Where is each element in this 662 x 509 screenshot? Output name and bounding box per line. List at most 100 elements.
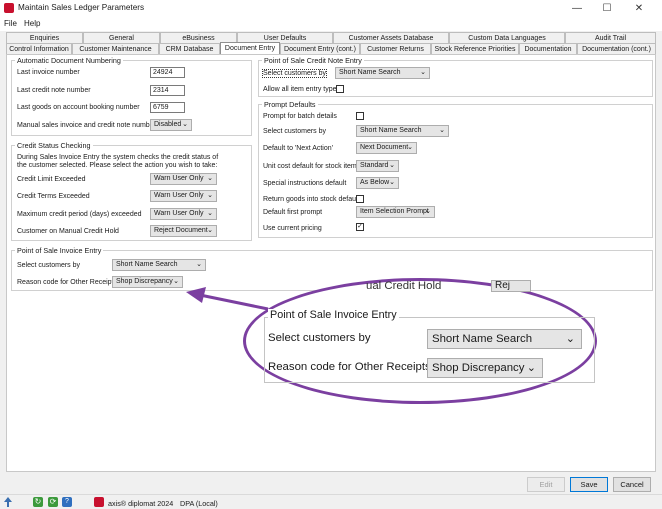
tab-customer-assets-database[interactable]: Customer Assets Database [333, 32, 449, 43]
prompt-select-customers[interactable]: Short Name Search ⌄ [356, 125, 449, 137]
sync-icon[interactable]: ⟳ [48, 497, 58, 507]
tab-stock-reference-priorities[interactable]: Stock Reference Priorities [431, 43, 519, 54]
manual-numbers-select[interactable]: Disabled ⌄ [150, 119, 192, 131]
group-title: Automatic Document Numbering [15, 56, 123, 65]
app-icon [4, 3, 14, 13]
tab-documentation[interactable]: Documentation [519, 43, 577, 54]
edit-button[interactable]: Edit [527, 477, 565, 492]
up-arrow-icon[interactable] [3, 497, 13, 507]
label-next-action: Default to 'Next Action' [263, 145, 333, 152]
menu-help[interactable]: Help [24, 19, 40, 28]
label-manual-hold: Customer on Manual Credit Hold [17, 228, 119, 235]
select-value: Warn User Only [154, 192, 204, 199]
tab-enquiries[interactable]: Enquiries [6, 32, 83, 43]
label-unit-cost: Unit cost default for stock items [263, 163, 361, 170]
status-database: DPA (Local) [180, 499, 218, 508]
tab-customer-returns[interactable]: Customer Returns [360, 43, 431, 54]
tab-documentation-cont[interactable]: Documentation (cont.) [577, 43, 656, 54]
last-goods-field[interactable]: 6759 [150, 102, 185, 113]
minimize-button[interactable]: — [562, 0, 592, 17]
credit-intro-line1: During Sales Invoice Entry the system ch… [17, 154, 219, 161]
tab-customer-maintenance[interactable]: Customer Maintenance [72, 43, 159, 54]
chevron-down-icon: ⌄ [526, 362, 536, 374]
chevron-down-icon: ⌄ [207, 175, 213, 182]
zoom-group-title: Point of Sale Invoice Entry [268, 309, 399, 321]
select-value: Short Name Search [116, 261, 178, 268]
label-batch-details: Prompt for batch details [263, 113, 337, 120]
reason-code-select[interactable]: Shop Discrepancy ⌄ [112, 276, 183, 288]
select-value: Disabled [154, 121, 182, 128]
zoom-label-select: Select customers by [268, 332, 371, 344]
menu-bar [0, 17, 662, 31]
select-value: Warn User Only [154, 210, 204, 217]
first-prompt-select[interactable]: Item Selection Prompt ⌄ [356, 206, 435, 218]
label-last-goods: Last goods on account booking number [17, 104, 140, 111]
chevron-down-icon: ⌄ [407, 144, 413, 151]
label-credit-period: Maximum credit period (days) exceeded [17, 211, 142, 218]
zoom-label-reason: Reason code for Other Receipts [268, 361, 431, 373]
zoom-select-reason: Shop Discrepancy ⌄ [427, 358, 543, 378]
chevron-down-icon: ⌄ [173, 278, 179, 285]
zoom-select-customers: Short Name Search ⌄ [427, 329, 582, 349]
tab-control-information[interactable]: Control Information [6, 43, 72, 54]
status-product: axis® diplomat 2024 [108, 499, 174, 508]
select-value: Item Selection Prompt [360, 208, 429, 215]
refresh-icon[interactable]: ↻ [33, 497, 43, 507]
close-button[interactable]: ✕ [624, 0, 654, 17]
pos-credit-select[interactable]: Short Name Search ⌄ [335, 67, 430, 79]
save-button[interactable]: Save [570, 477, 608, 492]
chevron-down-icon: ⌄ [207, 192, 213, 199]
tab-custom-data-languages[interactable]: Custom Data Languages [449, 32, 565, 43]
group-prompt-defaults [258, 104, 653, 238]
special-instructions-select[interactable]: As Below ⌄ [356, 177, 399, 189]
tab-document-entry[interactable]: Document Entry [220, 42, 280, 54]
allow-item-types-checkbox[interactable] [336, 85, 344, 93]
group-title: Prompt Defaults [262, 100, 318, 109]
chevron-down-icon: ⌄ [196, 261, 202, 268]
label-pos-invoice-select: Select customers by [17, 262, 81, 269]
label-last-credit: Last credit note number [17, 87, 91, 94]
select-value: Shop Discrepancy [116, 278, 173, 285]
current-pricing-checkbox[interactable]: ✓ [356, 223, 364, 231]
credit-period-select[interactable]: Warn User Only ⌄ [150, 208, 217, 220]
select-value: Short Name Search [432, 333, 533, 345]
label-credit-limit: Credit Limit Exceeded [17, 176, 86, 183]
label-return-goods: Return goods into stock default [263, 196, 360, 203]
select-value: Short Name Search [360, 127, 422, 134]
menu-file[interactable]: File [4, 19, 17, 28]
last-credit-field[interactable]: 2314 [150, 85, 185, 96]
tab-document-entry-cont[interactable]: Document Entry (cont.) [280, 43, 360, 54]
label-last-invoice: Last invoice number [17, 69, 80, 76]
batch-details-checkbox[interactable] [356, 112, 364, 120]
credit-terms-select[interactable]: Warn User Only ⌄ [150, 190, 217, 202]
label-manual-numbers: Manual sales invoice and credit note num… [17, 122, 160, 129]
axis-logo-icon [94, 497, 104, 507]
unit-cost-select[interactable]: Standard ⌄ [356, 160, 399, 172]
label-prompt-select: Select customers by [263, 128, 327, 135]
maximize-button[interactable]: ☐ [592, 0, 622, 17]
pos-invoice-select[interactable]: Short Name Search ⌄ [112, 259, 206, 271]
label-reason-code: Reason code for Other Receipts [17, 279, 117, 286]
tab-crm-database[interactable]: CRM Database [159, 43, 220, 54]
credit-limit-select[interactable]: Warn User Only ⌄ [150, 173, 217, 185]
select-value: Next Document [360, 144, 409, 151]
group-title: Credit Status Checking [15, 141, 93, 150]
group-title: Point of Sale Credit Note Entry [262, 56, 364, 65]
chevron-down-icon: ⌄ [207, 210, 213, 217]
label-credit-terms: Credit Terms Exceeded [17, 193, 90, 200]
cancel-button[interactable]: Cancel [613, 477, 651, 492]
label-pos-credit-select: Select customers by [261, 69, 328, 78]
select-value: Standard [360, 162, 389, 169]
select-value: Warn User Only [154, 175, 204, 182]
label-allow-item-types: Allow all item entry types [263, 86, 341, 93]
select-value: Short Name Search [339, 69, 401, 76]
next-action-select[interactable]: Next Document ⌄ [356, 142, 417, 154]
select-value: As Below [360, 179, 390, 186]
help-icon[interactable]: ? [62, 497, 72, 507]
manual-hold-select[interactable]: Reject Document ⌄ [150, 225, 217, 237]
return-goods-checkbox[interactable] [356, 195, 364, 203]
credit-intro-line2: the customer selected. Please select the… [17, 162, 218, 169]
last-invoice-field[interactable]: 24924 [150, 67, 185, 78]
tab-general[interactable]: General [83, 32, 160, 43]
tab-audit-trail[interactable]: Audit Trail [565, 32, 656, 43]
